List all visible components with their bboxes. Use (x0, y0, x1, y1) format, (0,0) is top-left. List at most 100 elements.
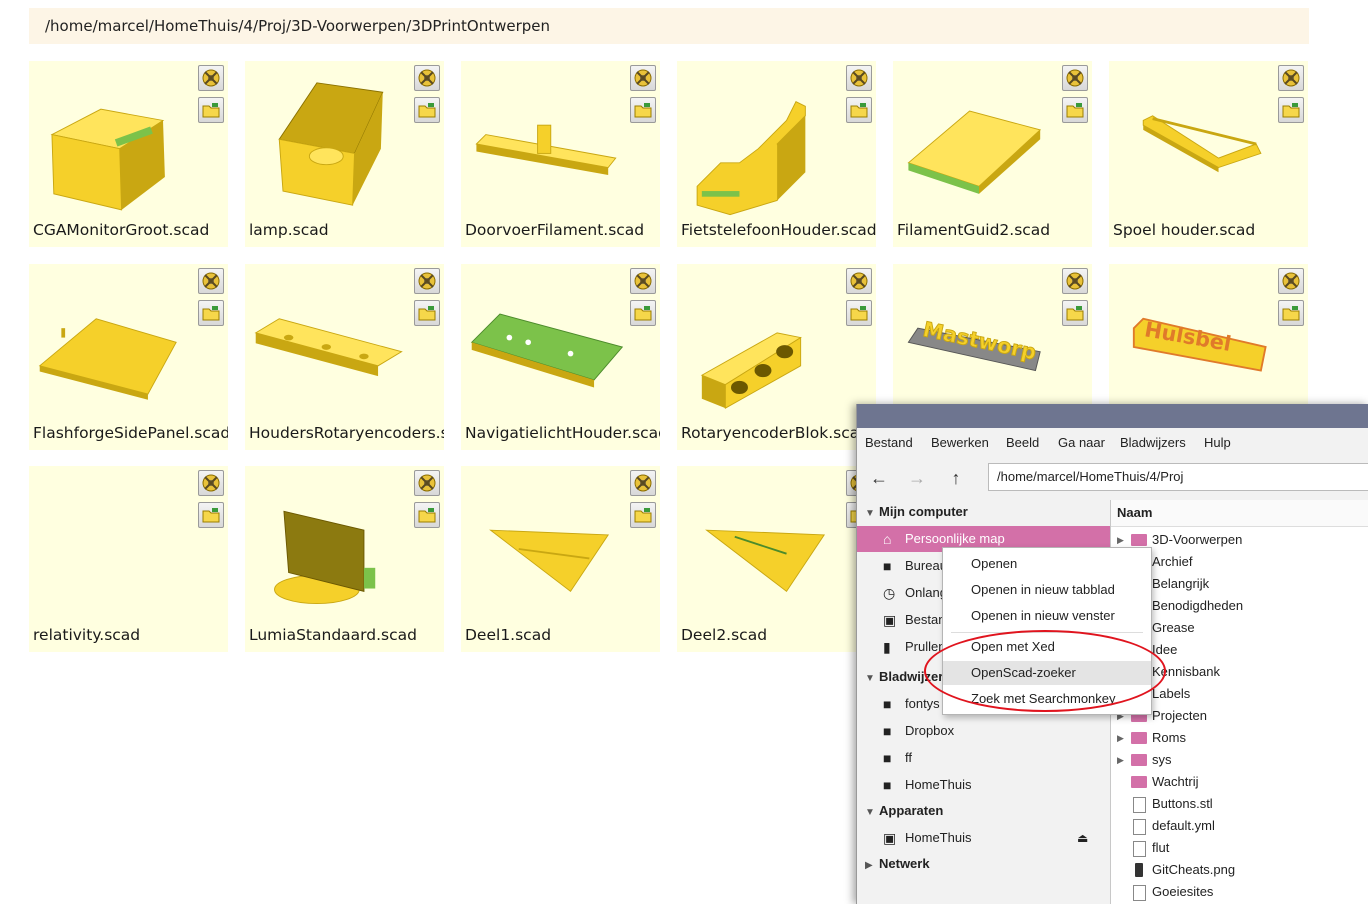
menu-bestand[interactable]: Bestand (865, 435, 913, 450)
forward-arrow-icon[interactable]: → (904, 466, 930, 490)
open-folder-button[interactable] (198, 502, 224, 528)
menu-hulp[interactable]: Hulp (1204, 435, 1231, 450)
folder-icon (634, 103, 652, 118)
model-thumbnail[interactable] (1115, 69, 1275, 219)
open-in-openscad-button[interactable] (198, 470, 224, 496)
menu-bladwijzers[interactable]: Bladwijzers (1120, 435, 1186, 450)
open-in-openscad-button[interactable] (414, 267, 440, 294)
open-in-openscad-button[interactable] (846, 267, 872, 294)
model-card[interactable]: FlashforgeSidePanel.scad (29, 263, 228, 450)
file-row[interactable]: Wachtrij (1111, 771, 1368, 793)
expand-triangle-icon[interactable]: ▶ (1117, 727, 1124, 749)
up-arrow-icon[interactable]: ↑ (943, 466, 969, 490)
open-folder-button[interactable] (1278, 97, 1304, 123)
open-in-openscad-button[interactable] (630, 470, 656, 496)
open-in-openscad-button[interactable] (414, 470, 440, 496)
file-row[interactable]: ▶ Roms (1111, 727, 1368, 749)
model-thumbnail[interactable] (899, 69, 1059, 219)
open-folder-button[interactable] (1278, 299, 1304, 326)
open-in-openscad-button[interactable] (1062, 65, 1088, 91)
model-thumbnail[interactable] (467, 69, 627, 219)
sidebar-section-devices[interactable]: ▼ Apparaten (865, 801, 943, 821)
column-header-name[interactable]: Naam (1111, 500, 1368, 527)
model-filename: HoudersRotaryencoders.scad (249, 423, 444, 442)
open-folder-button[interactable] (198, 299, 224, 326)
open-in-openscad-button[interactable] (846, 65, 872, 91)
menu-beeld[interactable]: Beeld (1006, 435, 1039, 450)
model-card[interactable]: HoudersRotaryencoders.scad (245, 263, 444, 450)
model-thumbnail[interactable] (467, 474, 627, 624)
open-folder-button[interactable] (414, 502, 440, 528)
open-in-openscad-button[interactable] (198, 267, 224, 294)
menu-item-open-new-tab[interactable]: Openen in nieuw tabblad (943, 578, 1151, 602)
window-titlebar[interactable] (857, 404, 1368, 428)
model-card[interactable]: FilamentGuid2.scad (893, 61, 1092, 247)
menu-bewerken[interactable]: Bewerken (931, 435, 989, 450)
model-thumbnail[interactable]: Mastworp (899, 272, 1059, 422)
model-card[interactable]: lamp.scad (245, 61, 444, 247)
model-card[interactable]: Spoel houder.scad (1109, 61, 1308, 247)
open-in-openscad-button[interactable] (630, 65, 656, 91)
sidebar-item-device-homethuis[interactable]: ▣ HomeThuis ⏏ (857, 825, 1110, 851)
model-thumbnail[interactable] (251, 272, 411, 422)
file-row[interactable]: Buttons.stl (1111, 793, 1368, 815)
model-card[interactable]: relativity.scad (29, 466, 228, 652)
open-folder-button[interactable] (414, 299, 440, 326)
back-arrow-icon[interactable]: ← (866, 466, 892, 490)
file-row[interactable]: ▶ sys (1111, 749, 1368, 771)
collapse-triangle-icon: ▼ (865, 807, 875, 818)
sidebar-item-dropbox[interactable]: ■ Dropbox (857, 718, 1110, 744)
model-thumbnail[interactable] (251, 474, 411, 624)
model-thumbnail[interactable] (35, 69, 195, 219)
open-folder-button[interactable] (630, 502, 656, 528)
model-card[interactable]: CGAMonitorGroot.scad (29, 61, 228, 247)
model-card[interactable]: DoorvoerFilament.scad (461, 61, 660, 247)
menu-item-open-with-xed[interactable]: Open met Xed (943, 635, 1151, 659)
open-in-openscad-button[interactable] (414, 65, 440, 91)
menu-item-open[interactable]: Openen (943, 552, 1151, 576)
model-thumbnail[interactable] (251, 69, 411, 219)
sidebar-item-homethuis[interactable]: ■ HomeThuis (857, 772, 1110, 798)
sidebar-section-bookmarks[interactable]: ▼ Bladwijzers (865, 667, 951, 687)
open-folder-button[interactable] (846, 97, 872, 123)
file-row[interactable]: GitCheats.png (1111, 859, 1368, 881)
open-in-openscad-button[interactable] (630, 267, 656, 294)
sidebar-item-ff[interactable]: ■ ff (857, 745, 1110, 771)
expand-triangle-icon[interactable]: ▶ (1117, 749, 1124, 771)
open-folder-button[interactable] (414, 97, 440, 123)
eject-icon[interactable]: ⏏ (1077, 825, 1088, 851)
model-card[interactable]: NavigatielichtHouder.scad (461, 263, 660, 450)
model-thumbnail[interactable] (35, 272, 195, 422)
open-folder-button[interactable] (846, 299, 872, 326)
file-row[interactable]: flut (1111, 837, 1368, 859)
menu-item-searchmonkey[interactable]: Zoek met Searchmonkey (943, 687, 1151, 711)
location-bar[interactable]: /home/marcel/HomeThuis/4/Proj (988, 463, 1368, 491)
open-in-openscad-button[interactable] (1062, 267, 1088, 294)
menu-ga-naar[interactable]: Ga naar (1058, 435, 1105, 450)
model-thumbnail[interactable] (467, 272, 627, 422)
model-card[interactable]: Deel2.scad (677, 466, 876, 652)
model-card[interactable]: LumiaStandaard.scad (245, 466, 444, 652)
model-thumbnail[interactable] (35, 474, 195, 624)
model-card[interactable]: Deel1.scad (461, 466, 660, 652)
open-folder-button[interactable] (198, 97, 224, 123)
menu-item-openscad-search[interactable]: OpenScad-zoeker (943, 661, 1151, 685)
model-card[interactable]: FietstelefoonHouder.scad (677, 61, 876, 247)
model-thumbnail[interactable] (683, 474, 843, 624)
open-folder-button[interactable] (1062, 299, 1088, 326)
sidebar-section-my-computer[interactable]: ▼ Mijn computer (865, 502, 968, 522)
open-in-openscad-button[interactable] (198, 65, 224, 91)
open-folder-button[interactable] (630, 97, 656, 123)
model-thumbnail[interactable] (683, 69, 843, 219)
model-card[interactable]: RotaryencoderBlok.scad (677, 263, 876, 450)
open-in-openscad-button[interactable] (1278, 65, 1304, 91)
file-row[interactable]: default.yml (1111, 815, 1368, 837)
open-in-openscad-button[interactable] (1278, 267, 1304, 294)
menu-item-open-new-window[interactable]: Openen in nieuw venster (943, 604, 1151, 628)
file-row[interactable]: Goeiesites (1111, 881, 1368, 903)
open-folder-button[interactable] (630, 299, 656, 326)
sidebar-section-network[interactable]: ▶ Netwerk (865, 854, 930, 874)
open-folder-button[interactable] (1062, 97, 1088, 123)
model-thumbnail[interactable]: Hulsbel (1115, 272, 1275, 422)
model-thumbnail[interactable] (683, 272, 843, 422)
